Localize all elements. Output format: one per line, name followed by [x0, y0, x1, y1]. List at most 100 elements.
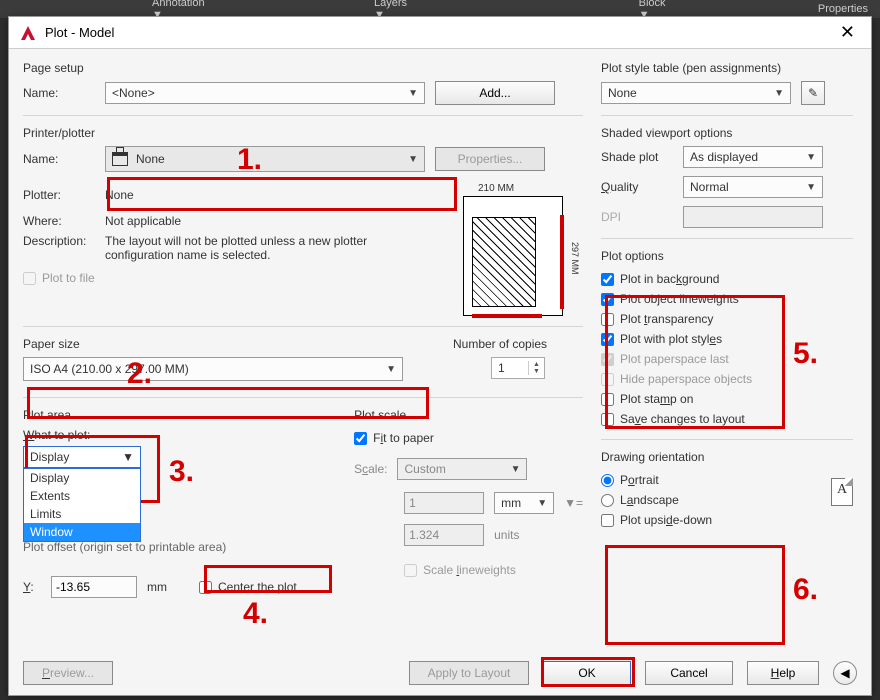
plotter-value: None	[105, 188, 134, 202]
scale-unit-value: mm	[501, 496, 521, 510]
pagesetup-name-select[interactable]: <None> ▼	[105, 82, 425, 104]
option-display[interactable]: Display	[24, 469, 140, 487]
shaded-viewport-group: Shaded viewport options Shade plot As di…	[601, 124, 853, 228]
preview-button: Preview...	[23, 661, 113, 685]
plot-styles-checkbox[interactable]: Plot with plot styles	[601, 329, 853, 349]
ok-button[interactable]: OK	[543, 661, 631, 685]
title-bar: Plot - Model ✕	[9, 17, 871, 49]
close-icon[interactable]: ✕	[834, 22, 861, 43]
scale-denominator-input	[404, 524, 484, 546]
where-label: Where:	[23, 214, 95, 228]
chevron-down-icon: ▼	[511, 464, 521, 475]
page-setup-label: Page setup	[23, 61, 583, 75]
hide-paperspace-checkbox: Hide paperspace objects	[601, 369, 853, 389]
chevron-down-icon: ▼	[408, 88, 418, 99]
copies-stepper[interactable]: 1 ▲▼	[491, 357, 545, 379]
plot-transparency-checkbox[interactable]: Plot transparency	[601, 309, 853, 329]
copies-value: 1	[492, 361, 528, 375]
chevron-down-icon: ▼	[122, 450, 134, 464]
orientation-preview-icon	[831, 478, 853, 506]
shade-plot-value: As displayed	[690, 150, 758, 164]
center-plot-checkbox[interactable]: Center the plot	[199, 577, 297, 597]
where-value: Not applicable	[105, 214, 181, 228]
plot-options-label: Plot options	[601, 249, 853, 263]
apply-layout-button: Apply to Layout	[409, 661, 529, 685]
shade-plot-label: Shade plot	[601, 150, 673, 164]
what-to-plot-value: Display	[30, 450, 69, 464]
option-limits[interactable]: Limits	[24, 505, 140, 523]
paper-size-select[interactable]: ISO A4 (210.00 x 297.00 MM) ▼	[23, 357, 403, 381]
autocad-logo-icon	[19, 24, 37, 42]
plot-area-group: Plot area What to plot: Display▼ Display…	[23, 406, 334, 598]
paper-preview: 210 MM 297 MM	[463, 196, 563, 316]
shade-plot-select[interactable]: As displayed ▼	[683, 146, 823, 168]
style-table-select[interactable]: None ▼	[601, 82, 791, 104]
plot-offset-label: Plot offset (origin set to printable are…	[23, 540, 334, 554]
plotter-label: Plotter:	[23, 188, 95, 202]
style-table-label: Plot style table (pen assignments)	[601, 61, 853, 75]
plot-background-checkbox[interactable]: Plot in background	[601, 269, 853, 289]
menu-properties[interactable]: Properties	[814, 3, 872, 15]
paper-height-label: 297 MM	[570, 242, 580, 275]
shaded-section-label: Shaded viewport options	[601, 126, 853, 140]
scale-units-label: units	[494, 528, 519, 542]
paper-size-label: Paper size	[23, 337, 423, 351]
chevron-down-icon: ▼	[806, 182, 816, 193]
copies-label: Number of copies	[453, 337, 583, 351]
pencil-icon: ✎	[808, 86, 818, 100]
chevron-down-icon: ▼	[386, 364, 396, 375]
printer-icon	[112, 152, 128, 166]
option-extents[interactable]: Extents	[24, 487, 140, 505]
plot-area-label: Plot area	[23, 408, 334, 422]
plot-stamp-checkbox[interactable]: Plot stamp on	[601, 389, 853, 409]
portrait-radio[interactable]: Portrait	[601, 470, 853, 490]
save-layout-checkbox[interactable]: Save changes to layout	[601, 409, 853, 429]
pagesetup-add-button[interactable]: Add...	[435, 81, 555, 105]
what-to-plot-select[interactable]: Display▼ Display Extents Limits Window	[23, 446, 141, 468]
what-to-plot-options[interactable]: Display Extents Limits Window	[23, 468, 141, 542]
expand-button[interactable]: ◀	[833, 661, 857, 685]
offset-y-unit: mm	[147, 580, 167, 594]
plot-dialog: Plot - Model ✕ Page setup Name: <None> ▼…	[8, 16, 872, 696]
printer-name-label: Name:	[23, 152, 95, 166]
printer-section-label: Printer/plotter	[23, 126, 583, 140]
plot-paperspace-checkbox: Plot paperspace last	[601, 349, 853, 369]
help-button[interactable]: Help	[747, 661, 819, 685]
description-label: Description:	[23, 234, 95, 248]
quality-value: Normal	[690, 180, 729, 194]
orientation-group: Drawing orientation Portrait Landscape P…	[601, 448, 853, 530]
dpi-label: DPI	[601, 210, 673, 224]
description-value: The layout will not be plotted unless a …	[105, 234, 425, 262]
what-to-plot-label: W	[23, 428, 34, 442]
quality-select[interactable]: Normal ▼	[683, 176, 823, 198]
scale-numerator-input	[404, 492, 484, 514]
scale-unit-select[interactable]: mm ▼	[494, 492, 554, 514]
printer-name-value: None	[136, 152, 165, 166]
option-window[interactable]: Window	[24, 523, 140, 541]
printer-group: Printer/plotter Name: None ▼ Properties.…	[23, 124, 583, 316]
dialog-title: Plot - Model	[45, 25, 114, 40]
plot-options-group: Plot options Plot in background Plot obj…	[601, 247, 853, 429]
landscape-radio[interactable]: Landscape	[601, 490, 853, 510]
cancel-button[interactable]: Cancel	[645, 661, 733, 685]
offset-y-label: Y:	[23, 580, 41, 594]
plot-scale-group: Plot scale Fit to paper Scale: Custom ▼	[354, 406, 583, 598]
paper-size-group: Paper size ISO A4 (210.00 x 297.00 MM) ▼	[23, 335, 423, 381]
upside-down-checkbox[interactable]: Plot upside-down	[601, 510, 853, 530]
chevron-left-icon: ◀	[840, 666, 849, 680]
quality-label: Quality	[601, 180, 673, 194]
dpi-input	[683, 206, 823, 228]
scale-value: Custom	[404, 462, 445, 476]
orientation-label: Drawing orientation	[601, 450, 853, 464]
printer-name-select[interactable]: None ▼	[105, 146, 425, 172]
chevron-down-icon: ▼	[806, 152, 816, 163]
plot-lineweights-checkbox[interactable]: Plot object lineweights	[601, 289, 853, 309]
scale-select: Custom ▼	[397, 458, 527, 480]
style-table-edit-button[interactable]: ✎	[801, 81, 825, 105]
offset-y-input[interactable]	[51, 576, 137, 598]
fit-to-paper-checkbox[interactable]: Fit to paper	[354, 428, 583, 448]
copies-group: Number of copies 1 ▲▼	[453, 335, 583, 381]
printer-properties-button: Properties...	[435, 147, 545, 171]
paper-width-label: 210 MM	[478, 183, 514, 194]
style-table-group: Plot style table (pen assignments) None …	[601, 59, 853, 105]
